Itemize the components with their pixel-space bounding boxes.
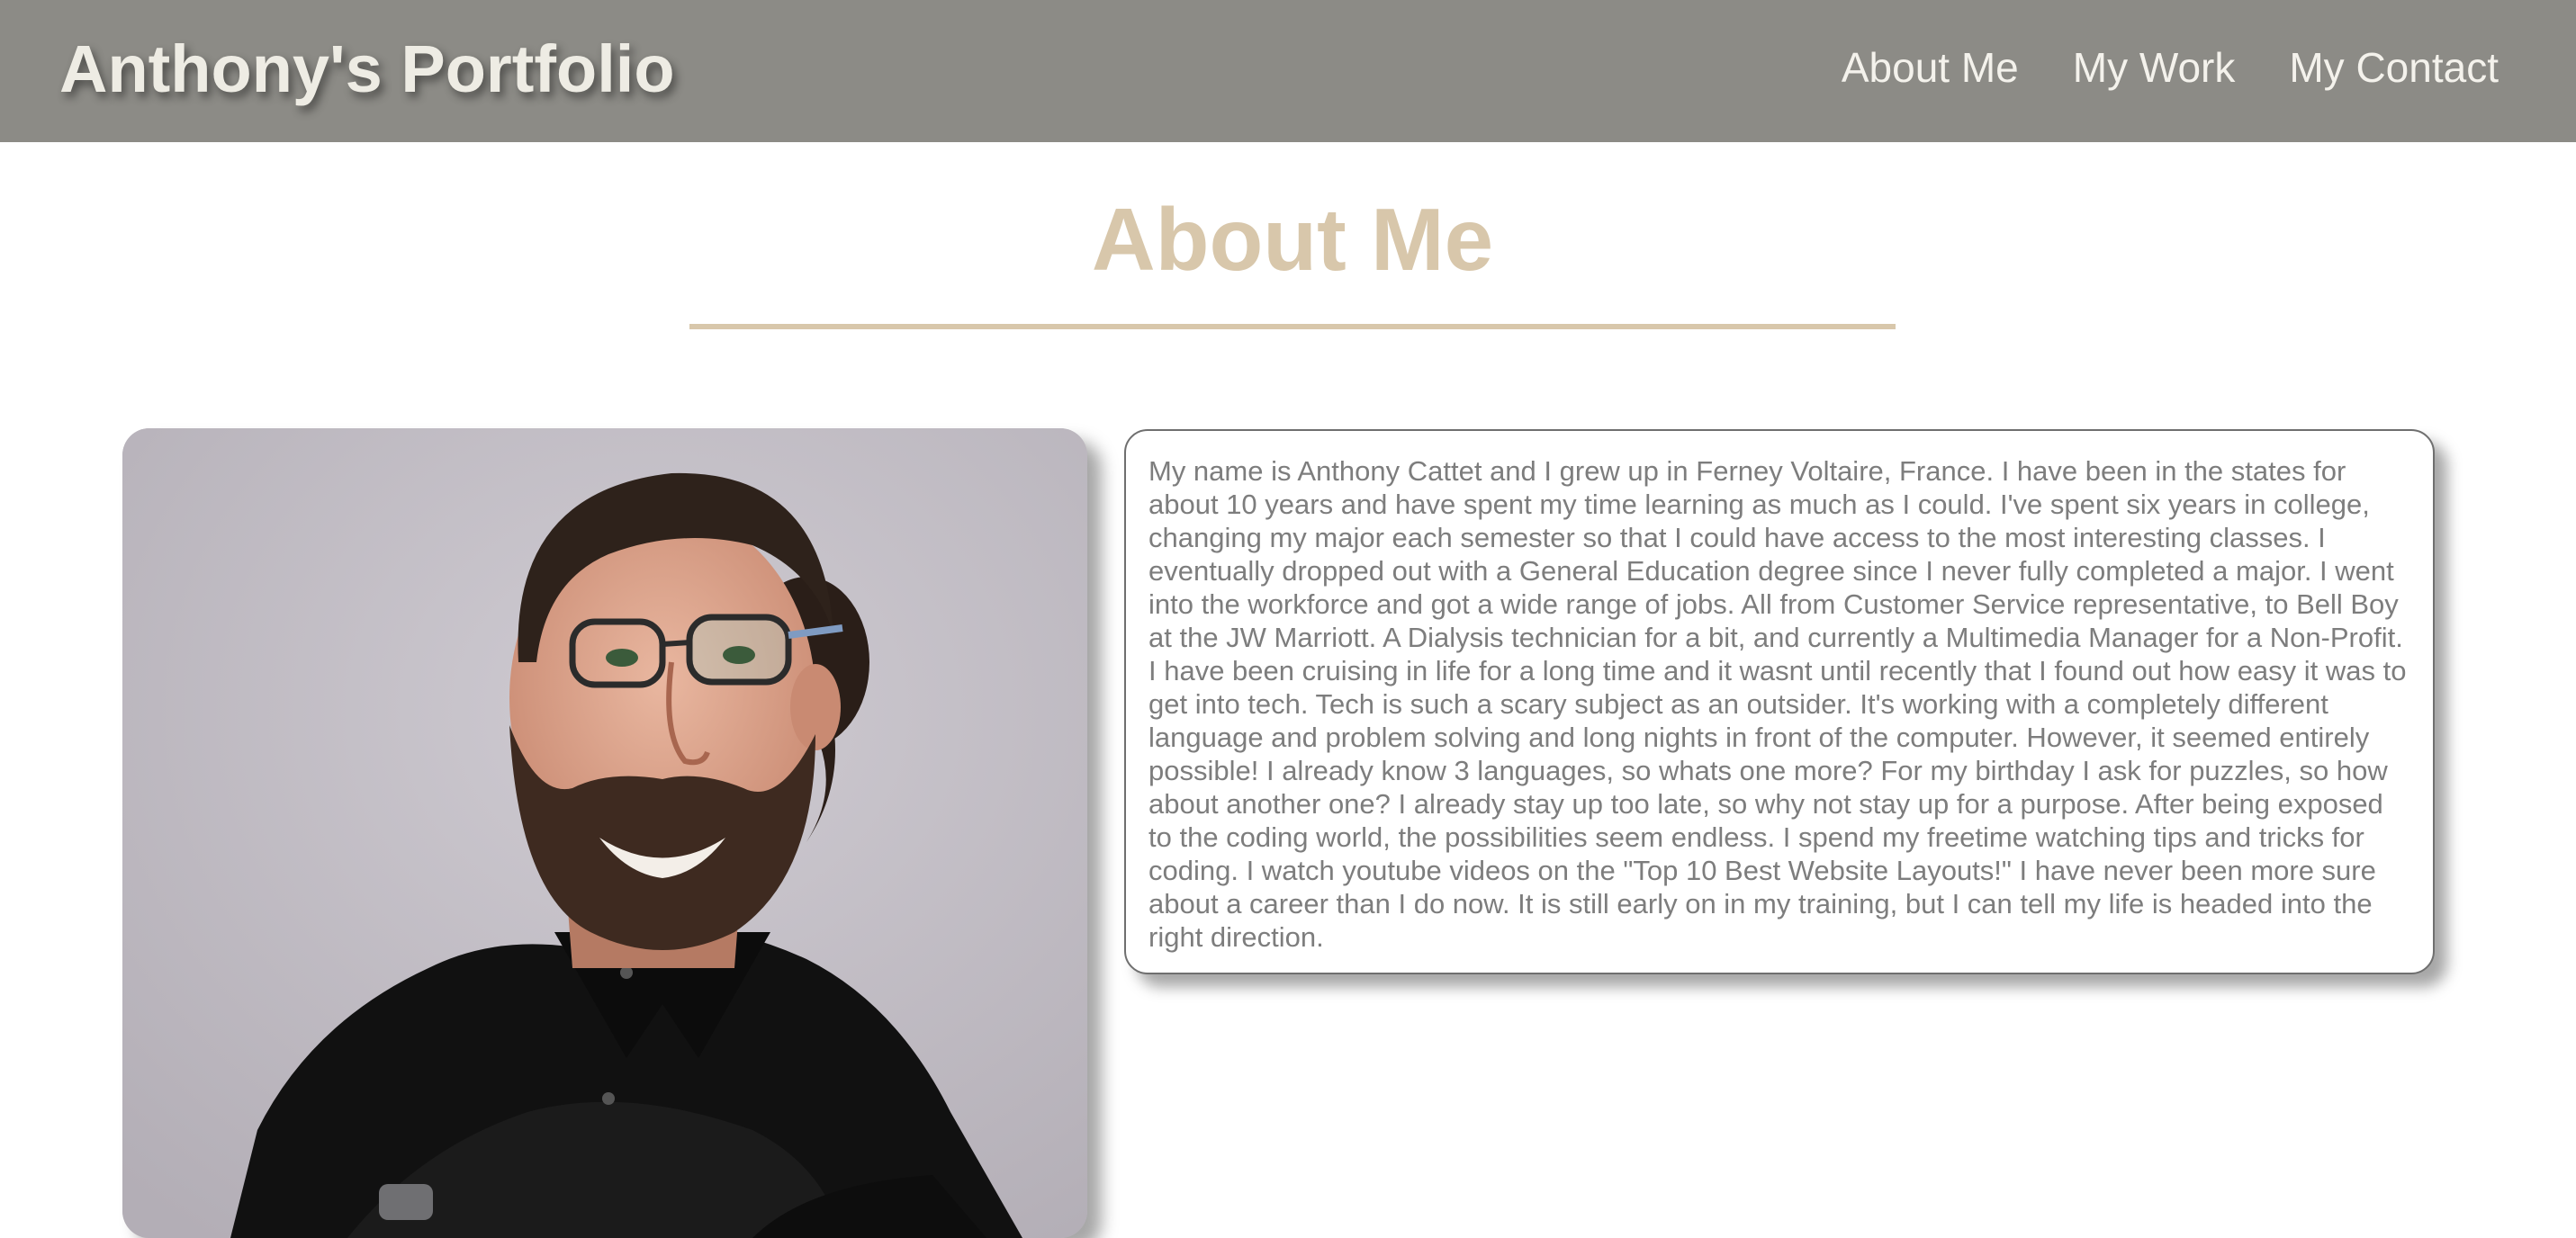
heading-divider: [689, 324, 1896, 329]
about-heading: About Me: [1091, 190, 1494, 289]
nav-link-my-contact[interactable]: My Contact: [2289, 40, 2499, 95]
bio-text: My name is Anthony Cattet and I grew up …: [1148, 455, 2407, 953]
nav-link-about-me[interactable]: About Me: [1842, 40, 2019, 95]
main-nav: About Me My Work My Contact: [1842, 40, 2499, 95]
bio-card: My name is Anthony Cattet and I grew up …: [1124, 429, 2435, 974]
site-title[interactable]: Anthony's Portfolio: [59, 29, 675, 110]
site-header: Anthony's Portfolio About Me My Work My …: [0, 0, 2576, 142]
nav-link-my-work[interactable]: My Work: [2073, 40, 2236, 95]
portrait-image: [122, 428, 1087, 1238]
profile-photo: [122, 428, 1087, 1238]
